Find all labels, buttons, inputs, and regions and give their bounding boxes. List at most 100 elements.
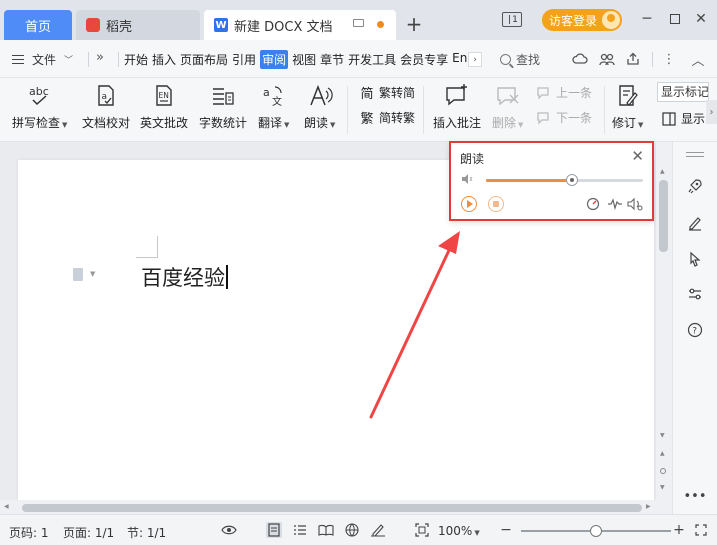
double-chevron-icon[interactable]: » [96,50,104,65]
collapse-ribbon-icon[interactable]: ︿ [690,51,706,69]
spell-check-button[interactable]: abc 拼写检查 ▼ [12,82,67,131]
read-aloud-button[interactable]: 朗读 ▼ [304,82,335,131]
voice-wave-icon[interactable] [607,196,623,212]
section-status[interactable]: 节: 1/1 [127,524,166,541]
translate-icon: a文 [259,82,289,110]
volume-icon[interactable] [461,173,473,185]
document-body-text[interactable]: 百度经验 [141,262,228,292]
collaborate-icon[interactable] [599,51,615,67]
writing-mode-icon[interactable] [370,522,386,538]
menu-tab-review[interactable]: 审阅 [260,50,289,69]
revise-button[interactable]: 修订 ▼ [612,82,643,131]
text-cursor [226,265,228,289]
next-comment-label: 下一条 [556,111,593,125]
translate-button[interactable]: a文 翻译 ▼ [258,82,289,131]
word-count-button[interactable]: 字数统计 [199,82,247,131]
more-horizontal-icon[interactable]: ••• [684,487,707,505]
workspace-button[interactable]: 1 [502,12,522,27]
reading-view-icon[interactable] [318,522,334,538]
menu-tab-member[interactable]: 会员专享 [400,51,448,69]
zoom-out-icon[interactable]: − [498,522,514,538]
outline-view-icon[interactable] [292,522,308,538]
next-page-icon[interactable]: ▼ [660,484,665,491]
close-window-icon[interactable]: ✕ [693,11,709,27]
svg-text:EN: EN [159,91,169,100]
stop-button[interactable] [488,196,504,212]
menu-tab-view[interactable]: 视图 [292,51,316,69]
close-icon[interactable]: ✕ [631,147,644,165]
previous-comment-button[interactable]: 上一条 [536,84,592,101]
hamburger-icon [12,55,24,64]
zoom-slider-handle[interactable] [590,525,602,537]
menu-tab-reference[interactable]: 引用 [232,51,256,69]
menu-tab-layout[interactable]: 页面布局 [180,51,228,69]
scroll-right-icon[interactable]: ▶ [646,503,651,510]
trad-to-simp-button[interactable]: 简 繁转简 [359,84,415,102]
sidebar-drag-handle[interactable] [686,152,704,153]
menu-tab-developer[interactable]: 开发工具 [348,51,396,69]
zoom-slider[interactable] [521,525,671,537]
maximize-icon[interactable] [667,11,683,27]
page-count-status[interactable]: 页面: 1/1 [63,524,114,541]
doc-proofread-button[interactable]: a 文档校对 [82,82,130,131]
horizontal-scrollbar[interactable]: ◀ ▶ [0,500,656,514]
simp-to-trad-button[interactable]: 繁 简转繁 [359,109,415,127]
horizontal-scroll-thumb[interactable] [22,504,642,512]
next-comment-button[interactable]: 下一条 [536,109,592,126]
volume-slider-handle[interactable] [566,174,579,186]
show-mark-select[interactable]: 显示标记 [657,82,709,102]
search-button[interactable]: 查找 [500,51,540,68]
monitor-icon[interactable] [353,19,364,27]
menu-tab-insert[interactable]: 插入 [152,51,176,69]
delete-comment-button[interactable]: 删除 ▼ [492,82,523,131]
minimize-icon[interactable]: ─ [639,11,655,27]
scroll-up-icon[interactable]: ▲ [660,168,665,175]
read-aloud-icon [305,82,335,110]
sliders-settings-icon[interactable] [686,285,704,303]
ribbon-scroll-right-icon[interactable]: › [706,100,717,124]
file-menu[interactable]: 文件 ﹀ [12,51,73,68]
vertical-scroll-thumb[interactable] [659,180,668,252]
menu-tab-start[interactable]: 开始 [124,51,148,69]
guest-login-button[interactable]: 访客登录 [542,9,622,31]
page-view-icon[interactable] [266,522,282,538]
cursor-select-icon[interactable] [686,250,704,268]
tab-daoke[interactable]: 稻壳 [76,10,200,40]
vertical-scrollbar[interactable]: ▲ ▼ ▲ ▼ [656,142,672,514]
caret-down-icon[interactable]: ▼ [90,270,95,278]
web-view-icon[interactable] [344,522,360,538]
speed-icon[interactable] [585,196,601,212]
page-number-status[interactable]: 页码: 1 [9,524,49,541]
tab-document[interactable]: W 新建 DOCX 文档 [204,10,396,40]
zoom-level-select[interactable]: 100% ▼ [438,524,480,538]
english-review-button[interactable]: EN 英文批改 [140,82,188,131]
share-icon[interactable] [625,51,641,67]
menu-more-chevron-icon[interactable]: › [468,52,482,67]
tab-home[interactable]: 首页 [4,10,72,40]
rocket-icon[interactable] [686,177,704,195]
fit-page-icon[interactable] [414,522,430,538]
play-button[interactable] [461,196,477,212]
english-review-label: 英文批改 [140,116,189,130]
scroll-down-icon[interactable]: ▼ [660,432,665,439]
scroll-left-icon[interactable]: ◀ [4,503,9,510]
right-sidebar: ? ••• [672,142,717,514]
menu-tab-en[interactable]: En [452,51,467,69]
help-icon[interactable]: ? [686,321,704,339]
pen-edit-icon[interactable] [686,214,704,232]
more-options-icon[interactable]: ⋮ [661,51,677,67]
cloud-sync-icon[interactable] [572,51,588,67]
previous-page-icon[interactable]: ▲ [660,450,665,457]
zoom-in-icon[interactable]: + [671,522,687,538]
display-button[interactable]: 显示 [661,110,705,127]
browse-object-icon[interactable] [660,468,666,474]
volume-slider[interactable] [486,174,643,186]
fullscreen-icon[interactable] [693,522,709,538]
eye-protect-icon[interactable] [221,522,237,538]
paragraph-layout-icon[interactable] [73,268,83,281]
insert-comment-button[interactable]: 插入批注 [433,82,481,131]
spell-check-label: 拼写检查 [12,116,61,130]
new-tab-plus-icon[interactable]: + [404,12,424,36]
menu-tab-chapter[interactable]: 章节 [320,51,344,69]
voice-settings-icon[interactable] [627,196,643,212]
